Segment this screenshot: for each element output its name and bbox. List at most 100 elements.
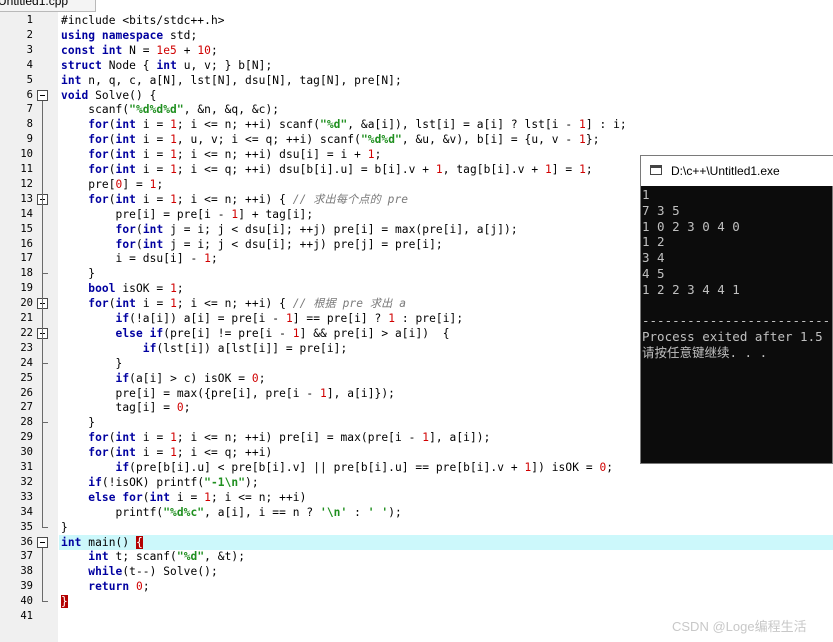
line-number: 37 — [20, 550, 33, 563]
code-token: ( — [135, 237, 143, 251]
code-line[interactable]: 6 void Solve() { — [0, 88, 833, 103]
code-token: int — [115, 133, 136, 147]
line-number: 24 — [20, 356, 33, 369]
code-line[interactable]: 3 const int N = 1e5 + 10; — [0, 43, 833, 58]
code-line[interactable]: 8 for(int i = 1; i <= n; ++i) scanf("%d"… — [0, 117, 833, 132]
console-title-bar[interactable]: D:\c++\Untitled1.exe — [641, 156, 833, 186]
code-token: #include <bits/stdc++.h> — [61, 14, 225, 27]
editor-tab[interactable]: Untitled1.cpp — [0, 0, 96, 12]
code-token: j = i; j < dsu[i]; ++j) pre[j] = pre[i]; — [163, 237, 443, 251]
code-token: int — [115, 431, 136, 445]
code-text: if(!isOK) printf("-1\n"); — [61, 475, 259, 490]
code-token: 1 — [388, 312, 396, 325]
line-number: 8 — [26, 118, 33, 131]
code-token: "-1\n" — [204, 475, 246, 489]
code-token: i = — [136, 133, 171, 147]
code-token: u, v; } b[N]; — [176, 58, 273, 72]
code-line[interactable]: 34 printf("%d%c", a[i], i == n ? '\n' : … — [0, 505, 833, 520]
code-text: i = dsu[i] - 1; — [61, 251, 218, 266]
code-token: ; — [606, 461, 614, 474]
code-token: pre[ — [61, 177, 116, 191]
console-line: 1 — [642, 187, 650, 202]
code-line[interactable]: 5 int n, q, c, a[N], lst[N], dsu[N], tag[… — [0, 73, 833, 88]
code-line[interactable]: 7 scanf("%d%d%d", &n, &q, &c); — [0, 102, 833, 117]
code-line[interactable]: 33 else for(int i = 1; i <= n; ++i) — [0, 490, 833, 505]
code-token: 0 — [136, 580, 143, 594]
code-token: // 根据 pre 求出 a — [292, 297, 407, 311]
code-token: j = i; j < dsu[i]; ++j) pre[i] = max(pre… — [163, 222, 518, 236]
line-number: 40 — [20, 595, 33, 608]
code-text: } — [61, 356, 123, 371]
code-text: for(int i = 1, u, v; i <= q; ++i) scanf(… — [61, 132, 600, 147]
line-number: 18 — [20, 267, 33, 280]
code-token: ( — [108, 192, 116, 206]
code-token: 1 — [579, 163, 586, 176]
line-number: 22 — [20, 326, 33, 339]
watermark: CSDN @Loge编程生活 — [672, 619, 807, 634]
code-token: 1 — [367, 148, 375, 162]
line-number: 15 — [20, 222, 33, 235]
code-token: i = — [170, 490, 205, 504]
code-token: return — [88, 580, 130, 594]
console-window[interactable]: D:\c++\Untitled1.exe 17 3 51 0 2 3 0 4 0… — [640, 155, 833, 464]
current-line-highlight — [59, 534, 833, 550]
console-line: 1 2 2 3 4 4 1 — [642, 281, 740, 297]
code-text: for(int i = 1; i <= q; ++i) — [61, 445, 272, 460]
code-line[interactable]: 39 return 0; — [0, 579, 833, 594]
code-token: for — [115, 237, 136, 251]
code-token: : — [347, 505, 368, 519]
code-token: if — [115, 371, 130, 385]
code-text: for(int i = 1; i <= n; ++i) dsu[i] = i +… — [61, 147, 381, 162]
code-line[interactable]: 37 int t; scanf("%d", &t); — [0, 549, 833, 564]
code-token: '\n' — [320, 505, 348, 519]
code-token: if — [115, 461, 130, 474]
code-token: struct — [61, 58, 102, 72]
code-token: int — [88, 550, 109, 564]
code-text: while(t--) Solve(); — [61, 564, 218, 579]
code-token: "%d%c" — [163, 505, 205, 519]
fold-toggle-icon[interactable] — [37, 89, 48, 101]
code-text: void Solve() { — [61, 88, 156, 103]
line-number: 12 — [20, 177, 33, 190]
line-number: 41 — [20, 610, 33, 622]
code-token: 1 — [204, 252, 211, 266]
console-line: -------------------------------- — [642, 313, 832, 329]
code-token: "%d%d" — [360, 133, 402, 147]
code-token: "%d" — [320, 118, 348, 132]
code-line[interactable]: 38 while(t--) Solve(); — [0, 564, 833, 579]
code-token: , u, v; i <= q; ++i) scanf( — [176, 133, 361, 147]
code-token: (pre[b[i].u] < pre[b[i].v] || pre[b[i].u… — [129, 461, 525, 474]
code-line[interactable]: 4 struct Node { int u, v; } b[N]; — [0, 58, 833, 73]
code-token: } — [61, 595, 68, 609]
code-token: ( — [108, 297, 116, 311]
code-line[interactable]: 2 using namespace std; — [0, 28, 833, 43]
code-token: 1 — [170, 118, 177, 132]
code-token: ; — [210, 43, 218, 57]
code-line[interactable]: 36 int main() { — [0, 534, 833, 550]
code-line[interactable]: 9 for(int i = 1, u, v; i <= q; ++i) scan… — [0, 132, 833, 147]
code-line[interactable]: 40} — [0, 594, 833, 609]
code-token: ; — [258, 371, 266, 385]
code-line[interactable]: 32 if(!isOK) printf("-1\n"); — [0, 475, 833, 490]
code-token: i = — [136, 192, 171, 206]
code-line[interactable]: 1 #include <bits/stdc++.h> — [0, 13, 833, 28]
code-text: int t; scanf("%d", &t); — [61, 549, 245, 564]
line-number: 16 — [20, 237, 33, 250]
code-token: "%d" — [176, 550, 205, 564]
fold-toggle-icon[interactable] — [37, 536, 48, 548]
code-token: pre[i] = max({pre[i], pre[i - — [61, 386, 320, 400]
code-token: ; i <= n; ++i) pre[i] = max(pre[i - — [176, 431, 423, 445]
code-text: tag[i] = 0; — [61, 400, 191, 415]
code-token: if — [88, 475, 102, 489]
code-token: ( — [135, 222, 143, 236]
code-token: bool — [88, 282, 116, 296]
code-token: , a[i], i == n ? — [204, 505, 321, 519]
code-line[interactable]: 35} — [0, 519, 833, 535]
